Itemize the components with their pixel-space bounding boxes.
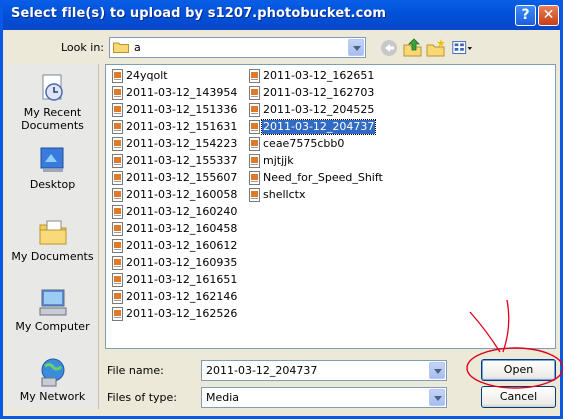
file-name: 2011-03-12_151631 [126, 120, 238, 133]
open-button[interactable]: Open [481, 359, 556, 381]
file-name-field[interactable]: 2011-03-12_204737 [201, 360, 447, 381]
new-folder-icon[interactable] [425, 38, 447, 58]
place-recent-documents[interactable]: My Recent Documents [7, 72, 98, 132]
image-file-icon [112, 239, 123, 253]
my-network-icon [41, 358, 64, 387]
file-type-select[interactable]: Media [201, 387, 447, 408]
image-file-icon [249, 86, 260, 100]
title-bar[interactable]: Select file(s) to upload by s1207.photob… [3, 0, 560, 30]
file-name: 2011-03-12_204525 [263, 103, 375, 116]
my-computer-icon [39, 289, 66, 316]
image-file-icon [112, 171, 123, 185]
file-name: mjtjjk [263, 154, 294, 167]
image-file-icon [112, 273, 123, 287]
image-file-icon [249, 69, 260, 83]
file-name: 2011-03-12_162146 [126, 290, 238, 303]
look-in-value: a [134, 41, 141, 54]
image-file-icon [249, 171, 260, 185]
my-documents-icon [39, 220, 66, 245]
place-label: My Network [19, 390, 86, 403]
file-name: 2011-03-12_160935 [126, 256, 238, 269]
file-name: 2011-03-12_143954 [126, 86, 238, 99]
file-name: shellctx [263, 188, 306, 201]
file-name: 2011-03-12_162651 [263, 69, 375, 82]
image-file-icon [112, 137, 123, 151]
image-file-icon [249, 137, 260, 151]
file-upload-dialog: Select file(s) to upload by s1207.photob… [0, 0, 563, 419]
image-file-icon [112, 307, 123, 321]
help-button[interactable]: ? [515, 5, 536, 26]
file-name: ceae7575cbb0 [263, 137, 345, 150]
file-name: 2011-03-12_162703 [263, 86, 375, 99]
file-name: 2011-03-12_160458 [126, 222, 238, 235]
place-my-network[interactable]: My Network [7, 356, 98, 403]
view-menu-icon[interactable] [451, 38, 473, 58]
place-label: My Documents [11, 250, 94, 263]
cancel-button[interactable]: Cancel [481, 386, 556, 408]
image-file-icon [112, 154, 123, 168]
image-file-icon [112, 256, 123, 270]
file-name: 2011-03-12_160240 [126, 205, 238, 218]
image-file-icon [112, 86, 123, 100]
chevron-down-icon[interactable] [348, 39, 364, 56]
file-list[interactable]: 24yqolt 2011-03-12_143954 2011-03-12_15133… [105, 64, 556, 349]
image-file-icon [112, 69, 123, 83]
image-file-icon [112, 103, 123, 117]
place-label: My Recent Documents [21, 106, 84, 132]
place-label: Desktop [29, 178, 76, 191]
file-name: 2011-03-12_161651 [126, 273, 238, 286]
back-arrow-icon[interactable] [379, 38, 401, 58]
file-name: 24yqolt [126, 69, 168, 82]
look-in-label: Look in: [61, 41, 104, 54]
file-name-label: File name: [107, 364, 164, 377]
image-file-icon [112, 188, 123, 202]
recent-documents-icon [42, 74, 63, 101]
file-name: 2011-03-12_160612 [126, 239, 238, 252]
image-file-icon [112, 205, 123, 219]
file-name: 2011-03-12_151336 [126, 103, 238, 116]
image-file-icon [112, 290, 123, 304]
desktop-icon [40, 147, 63, 172]
file-name: Need_for_Speed_Shift [263, 171, 383, 184]
file-name-value: 2011-03-12_204737 [206, 364, 318, 377]
place-desktop[interactable]: Desktop [7, 144, 98, 191]
image-file-icon [249, 120, 260, 134]
place-my-computer[interactable]: My Computer [7, 286, 98, 333]
image-file-icon [249, 188, 260, 202]
up-folder-icon[interactable] [402, 38, 424, 58]
folder-icon [113, 42, 129, 53]
file-type-label: Files of type: [107, 391, 178, 404]
file-name: 2011-03-12_155607 [126, 171, 238, 184]
file-name: 2011-03-12_155337 [126, 154, 238, 167]
window-title: Select file(s) to upload by s1207.photob… [11, 6, 387, 21]
file-type-value: Media [206, 391, 240, 404]
image-file-icon [249, 103, 260, 117]
file-name: 2011-03-12_162526 [126, 307, 238, 320]
chevron-down-icon[interactable] [429, 389, 445, 406]
chevron-down-icon[interactable] [429, 362, 445, 379]
file-name: 2011-03-12_204737 [260, 119, 377, 135]
place-label: My Computer [15, 320, 90, 333]
image-file-icon [249, 154, 260, 168]
place-my-documents[interactable]: My Documents [7, 216, 98, 263]
image-file-icon [112, 222, 123, 236]
file-name: 2011-03-12_154223 [126, 137, 238, 150]
close-button[interactable]: ✕ [538, 5, 559, 26]
look-in-dropdown[interactable]: a [109, 37, 366, 58]
image-file-icon [112, 120, 123, 134]
file-name: 2011-03-12_160058 [126, 188, 238, 201]
places-bar: My Recent Documents Desktop My Documents [7, 64, 99, 409]
